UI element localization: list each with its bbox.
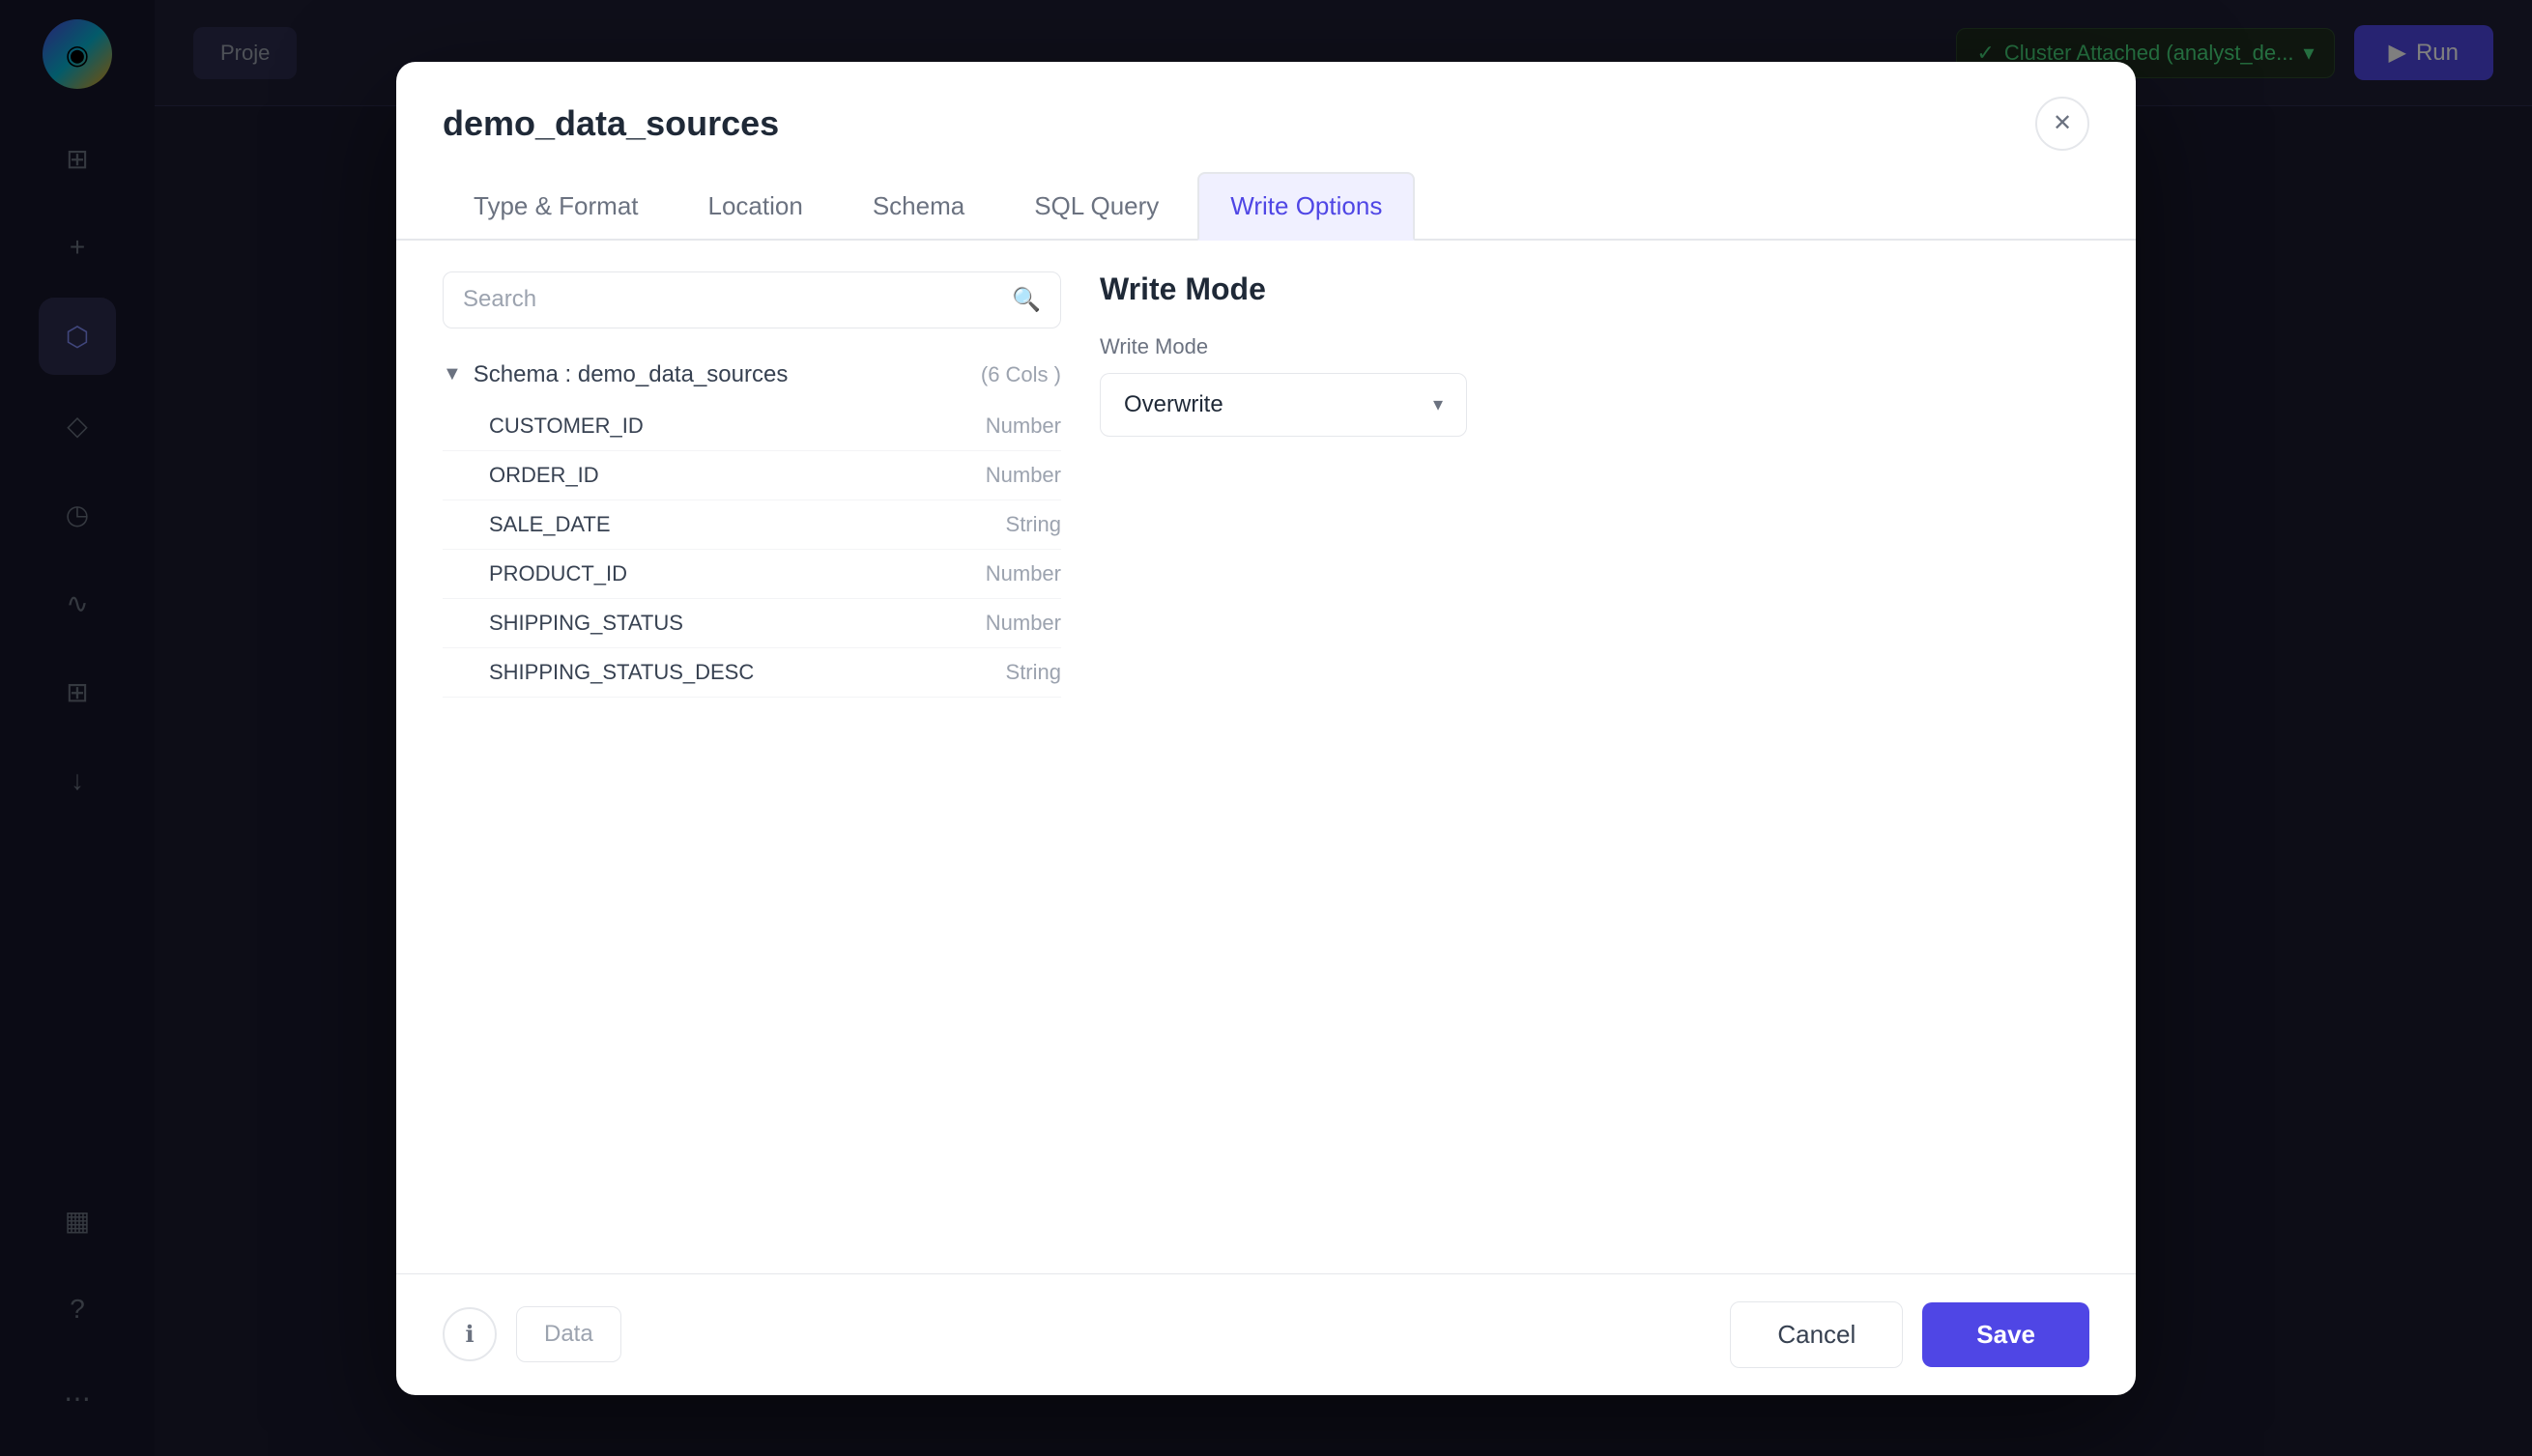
tab-write-options[interactable]: Write Options — [1197, 172, 1415, 241]
tab-sql-query[interactable]: SQL Query — [1003, 172, 1190, 241]
schema-header[interactable]: ▼ Schema : demo_data_sources (6 Cols ) — [443, 348, 1061, 402]
save-button[interactable]: Save — [1922, 1302, 2089, 1367]
schema-panel: 🔍 ▼ Schema : demo_data_sources (6 Cols )… — [443, 271, 1061, 1242]
write-mode-value: Overwrite — [1124, 391, 1223, 418]
chevron-down-icon: ▼ — [443, 363, 462, 385]
schema-tree: ▼ Schema : demo_data_sources (6 Cols ) C… — [443, 348, 1061, 1242]
write-mode-field-label: Write Mode — [1100, 334, 2089, 359]
column-name: PRODUCT_ID — [489, 561, 986, 586]
dropdown-arrow-icon: ▾ — [1433, 392, 1443, 416]
tab-location[interactable]: Location — [677, 172, 834, 241]
data-button[interactable]: Data — [516, 1306, 621, 1362]
column-type: Number — [986, 414, 1061, 439]
column-name: SHIPPING_STATUS_DESC — [489, 660, 1006, 685]
schema-cols-count: (6 Cols ) — [981, 362, 1061, 387]
column-type: Number — [986, 561, 1061, 586]
search-container: 🔍 — [443, 271, 1061, 328]
column-type: Number — [986, 611, 1061, 636]
table-row: ORDER_ID Number — [443, 451, 1061, 500]
write-mode-section-title: Write Mode — [1100, 271, 2089, 307]
info-icon: ℹ — [465, 1321, 474, 1349]
column-name: ORDER_ID — [489, 463, 986, 488]
table-row: SALE_DATE String — [443, 500, 1061, 550]
search-icon: 🔍 — [1012, 286, 1041, 314]
column-name: SALE_DATE — [489, 512, 1006, 537]
modal-body: 🔍 ▼ Schema : demo_data_sources (6 Cols )… — [396, 241, 2136, 1273]
info-button[interactable]: ℹ — [443, 1307, 497, 1361]
content-panel: Write Mode Write Mode Overwrite ▾ — [1100, 271, 2089, 1242]
schema-header-name: Schema : demo_data_sources — [474, 361, 969, 388]
modal: demo_data_sources ✕ Type & Format Locati… — [396, 62, 2136, 1395]
tab-schema[interactable]: Schema — [842, 172, 995, 241]
column-name: CUSTOMER_ID — [489, 414, 986, 439]
modal-tabs: Type & Format Location Schema SQL Query … — [396, 151, 2136, 241]
table-row: CUSTOMER_ID Number — [443, 402, 1061, 451]
column-type: String — [1006, 512, 1061, 537]
cancel-button[interactable]: Cancel — [1730, 1301, 1903, 1368]
modal-header: demo_data_sources ✕ — [396, 62, 2136, 151]
table-row: SHIPPING_STATUS_DESC String — [443, 648, 1061, 698]
column-type: Number — [986, 463, 1061, 488]
table-row: PRODUCT_ID Number — [443, 550, 1061, 599]
search-input[interactable] — [463, 286, 998, 313]
write-mode-dropdown[interactable]: Overwrite ▾ — [1100, 373, 1467, 437]
tab-type-format[interactable]: Type & Format — [443, 172, 670, 241]
table-row: SHIPPING_STATUS Number — [443, 599, 1061, 648]
modal-title: demo_data_sources — [443, 103, 2016, 144]
modal-footer: ℹ Data Cancel Save — [396, 1273, 2136, 1395]
column-type: String — [1006, 660, 1061, 685]
close-button[interactable]: ✕ — [2035, 97, 2089, 151]
column-name: SHIPPING_STATUS — [489, 611, 986, 636]
